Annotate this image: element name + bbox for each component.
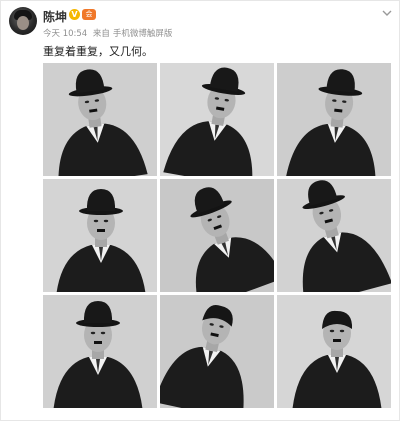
photo-image [43, 295, 157, 408]
photo-thumbnail[interactable] [160, 295, 274, 408]
photo-thumbnail[interactable] [160, 179, 274, 292]
photo-image [160, 295, 274, 408]
chevron-down-icon[interactable] [381, 7, 393, 19]
post-source[interactable]: 手机微博触屏版 [113, 29, 173, 39]
post-text: 重复着重复，又几何。 [43, 45, 153, 58]
avatar-face [17, 16, 29, 30]
post-meta: 今天 10:54 来自 手机微博触屏版 [43, 27, 175, 39]
photo-image [160, 179, 274, 292]
photo-image [43, 179, 157, 292]
photo-thumbnail[interactable] [43, 63, 157, 176]
photo-thumbnail[interactable] [277, 295, 391, 408]
photo-grid [43, 63, 391, 408]
photo-thumbnail[interactable] [160, 63, 274, 176]
photo-thumbnail[interactable] [277, 179, 391, 292]
source-prefix: 来自 [92, 29, 110, 39]
avatar[interactable] [9, 7, 37, 35]
photo-image [277, 179, 391, 292]
photo-image [160, 63, 274, 176]
post-time[interactable]: 今天 10:54 [43, 29, 87, 39]
photo-thumbnail[interactable] [43, 179, 157, 292]
author-name[interactable]: 陈坤 [43, 8, 67, 25]
photo-image [43, 63, 157, 176]
photo-image [277, 295, 391, 408]
photo-thumbnail[interactable] [277, 63, 391, 176]
photo-image [277, 63, 391, 176]
member-badge-icon[interactable]: 会 [82, 9, 96, 20]
photo-thumbnail[interactable] [43, 295, 157, 408]
weibo-post-card: 陈坤 V 会 今天 10:54 来自 手机微博触屏版 重复着重复，又几何。 [0, 0, 400, 421]
verified-badge-icon: V [69, 9, 80, 20]
